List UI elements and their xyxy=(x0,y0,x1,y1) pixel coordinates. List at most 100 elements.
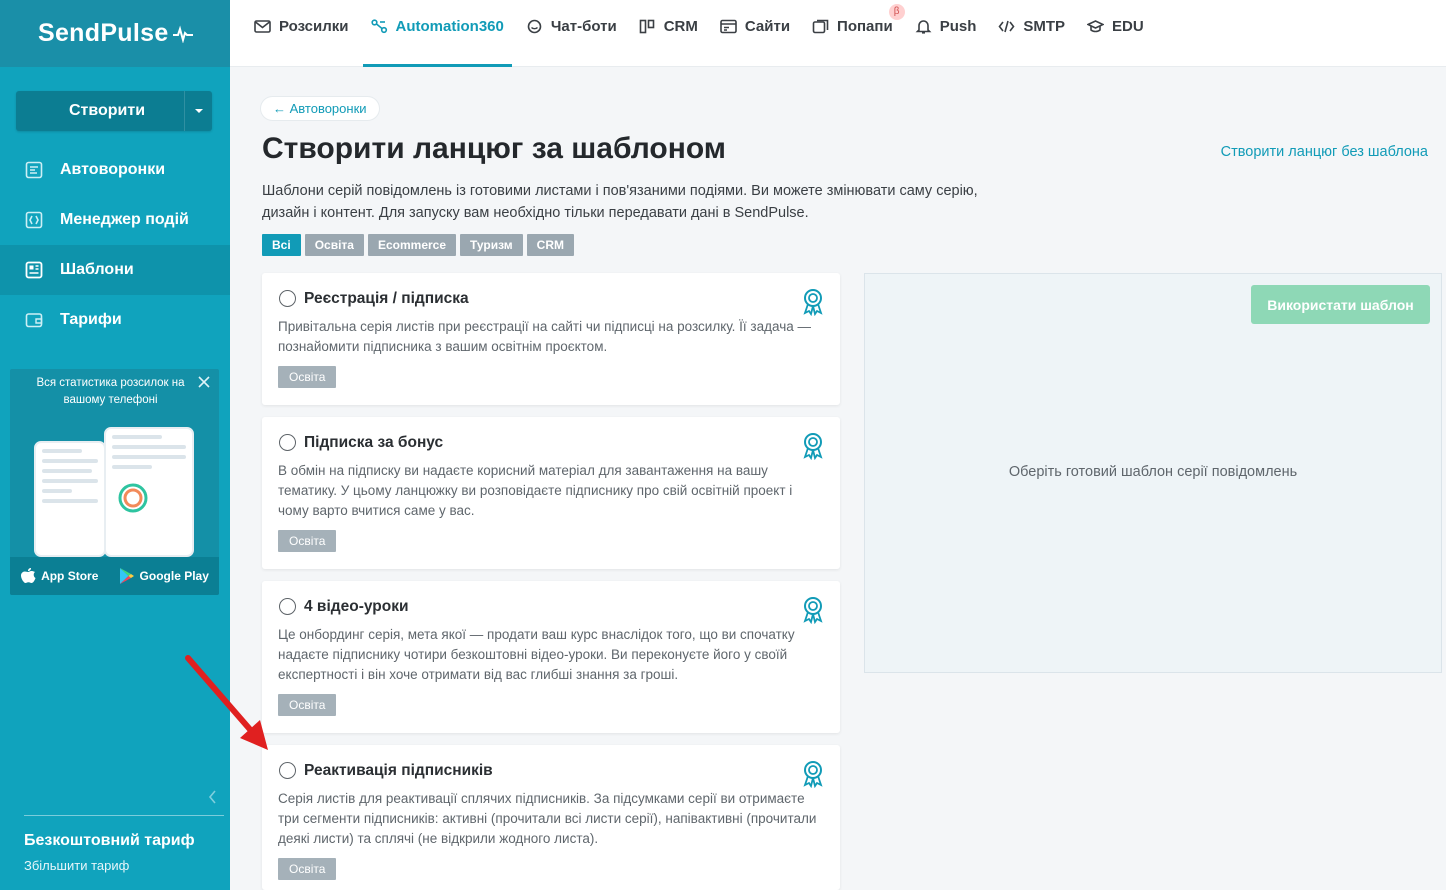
automation-icon xyxy=(370,19,387,34)
code-icon xyxy=(998,20,1015,33)
tab-label: Сайти xyxy=(744,18,791,35)
award-ribbon-icon xyxy=(803,433,823,460)
tab-crm[interactable]: CRM xyxy=(639,0,698,67)
chat-icon xyxy=(527,19,542,34)
google-play-icon xyxy=(119,568,134,584)
tab-edu[interactable]: EDU xyxy=(1087,0,1144,67)
upgrade-tariff-link[interactable]: Збільшити тариф xyxy=(24,858,224,873)
breadcrumb-back-link[interactable]: ← Автоворонки xyxy=(260,96,380,121)
template-card[interactable]: Підписка за бонус В обмін на підписку ви… xyxy=(262,417,840,569)
template-tag: Освіта xyxy=(278,530,337,552)
popup-icon xyxy=(812,19,829,34)
filter-ecommerce[interactable]: Ecommerce xyxy=(367,234,457,256)
template-title: Реактивація підписників xyxy=(304,762,493,779)
caret-down-icon xyxy=(194,109,203,113)
template-card[interactable]: 4 відео-уроки Це онбординг серія, мета я… xyxy=(262,581,840,733)
template-description: Серія листів для реактивації сплячих під… xyxy=(278,791,817,846)
sidebar-item-tariffs[interactable]: Тарифи xyxy=(0,295,230,345)
tab-label: CRM xyxy=(663,18,698,35)
wallet-icon xyxy=(25,313,43,328)
donut-chart-icon xyxy=(118,483,148,513)
create-button-group: Створити xyxy=(16,91,212,131)
template-preview-panel: Використати шаблон Оберіть готовий шабло… xyxy=(864,273,1442,673)
store-bar: App Store Google Play xyxy=(10,557,219,595)
funnel-icon xyxy=(25,161,43,179)
page-description: Шаблони серій повідомлень із готовими ли… xyxy=(262,183,978,221)
sidebar-item-templates[interactable]: Шаблони xyxy=(0,245,230,295)
sidebar-nav: Автоворонки Менеджер подій Шаблони Тариф… xyxy=(0,145,230,345)
phones-illustration xyxy=(34,427,194,557)
close-icon[interactable] xyxy=(197,375,211,389)
create-dropdown-toggle[interactable] xyxy=(184,91,212,131)
template-card[interactable]: Реактивація підписників Серія листів для… xyxy=(262,745,840,890)
top-nav: Розсилки Automation360 Чат-боти CRM Сайт… xyxy=(230,0,1446,67)
bell-icon xyxy=(915,20,932,34)
pulse-icon xyxy=(172,25,193,43)
tab-popups[interactable]: Попапи β xyxy=(812,0,905,67)
sidebar-item-label: Шаблони xyxy=(60,261,134,278)
logo-area: SendPulse xyxy=(0,0,230,67)
template-title: 4 відео-уроки xyxy=(304,598,409,615)
page-title: Створити ланцюг за шаблоном xyxy=(262,132,726,165)
app-store-link[interactable]: App Store xyxy=(20,567,98,585)
annotation-arrow-icon xyxy=(185,655,268,750)
template-tag: Освіта xyxy=(278,858,337,880)
template-radio[interactable] xyxy=(279,434,296,451)
template-tag: Освіта xyxy=(278,694,337,716)
logo-text: SendPulse xyxy=(38,19,169,47)
beta-badge: β xyxy=(888,4,905,20)
create-button[interactable]: Створити xyxy=(16,91,184,131)
apple-icon xyxy=(21,568,36,583)
filter-tourism[interactable]: Туризм xyxy=(460,234,523,256)
tab-push[interactable]: Push xyxy=(915,0,977,67)
tab-sites[interactable]: Сайти xyxy=(720,0,790,67)
crm-icon xyxy=(639,19,655,34)
sidebar-item-funnels[interactable]: Автоворонки xyxy=(0,145,230,195)
google-play-link[interactable]: Google Play xyxy=(119,567,209,585)
award-ribbon-icon xyxy=(803,597,823,624)
tab-label: Push xyxy=(939,18,977,35)
award-ribbon-icon xyxy=(803,289,823,316)
tab-label: SMTP xyxy=(1023,18,1066,35)
chevron-left-icon[interactable] xyxy=(208,790,218,804)
template-radio[interactable] xyxy=(279,290,296,307)
phone-mockup xyxy=(104,427,194,557)
tab-label: Automation360 xyxy=(395,18,504,35)
tab-label: Чат-боти xyxy=(550,18,617,35)
template-title: Підписка за бонус xyxy=(304,434,444,451)
sidebar-item-label: Автоворонки xyxy=(60,161,166,178)
template-description: Це онбординг серія, мета якої — продати … xyxy=(278,627,795,682)
filter-education[interactable]: Освіта xyxy=(304,234,364,256)
tab-automation360[interactable]: Automation360 xyxy=(362,0,513,67)
promo-text: Вся статистика розсилок на вашому телефо… xyxy=(36,377,185,406)
template-description: В обмін на підписку ви надаєте корисний … xyxy=(278,463,793,518)
tab-label: Попапи xyxy=(837,18,893,35)
filter-all[interactable]: Всі xyxy=(262,234,301,256)
tariff-block: Безкоштовний тариф Збільшити тариф xyxy=(24,815,224,873)
sidebar-item-label: Менеджер подій xyxy=(60,211,189,228)
sidebar-item-events[interactable]: Менеджер подій xyxy=(0,195,230,245)
filter-crm[interactable]: CRM xyxy=(526,234,574,256)
logo[interactable]: SendPulse xyxy=(38,19,194,48)
google-play-label: Google Play xyxy=(139,569,209,583)
use-template-button[interactable]: Використати шаблон xyxy=(1251,285,1430,324)
tab-label: Розсилки xyxy=(279,18,349,35)
edu-icon xyxy=(1087,20,1105,33)
tab-chatbots[interactable]: Чат-боти xyxy=(526,0,617,67)
template-radio[interactable] xyxy=(279,762,296,779)
template-card[interactable]: Реєстрація / підписка Привітальна серія … xyxy=(262,273,840,405)
preview-placeholder: Оберіть готовий шаблон серії повідомлень xyxy=(1008,464,1298,480)
site-icon xyxy=(720,19,737,34)
mobile-app-promo: Вся статистика розсилок на вашому телефо… xyxy=(10,369,219,595)
tab-campaigns[interactable]: Розсилки xyxy=(254,0,349,67)
template-title: Реєстрація / підписка xyxy=(304,290,469,307)
award-ribbon-icon xyxy=(803,761,823,788)
tab-smtp[interactable]: SMTP xyxy=(998,0,1065,67)
tariff-name: Безкоштовний тариф xyxy=(24,832,195,849)
category-filters: Всі Освіта Ecommerce Туризм CRM xyxy=(262,234,574,256)
create-without-template-link[interactable]: Створити ланцюг без шаблона xyxy=(1221,144,1428,160)
mail-icon xyxy=(254,20,271,33)
app-store-label: App Store xyxy=(41,569,99,583)
template-radio[interactable] xyxy=(279,598,296,615)
events-icon xyxy=(25,211,43,229)
